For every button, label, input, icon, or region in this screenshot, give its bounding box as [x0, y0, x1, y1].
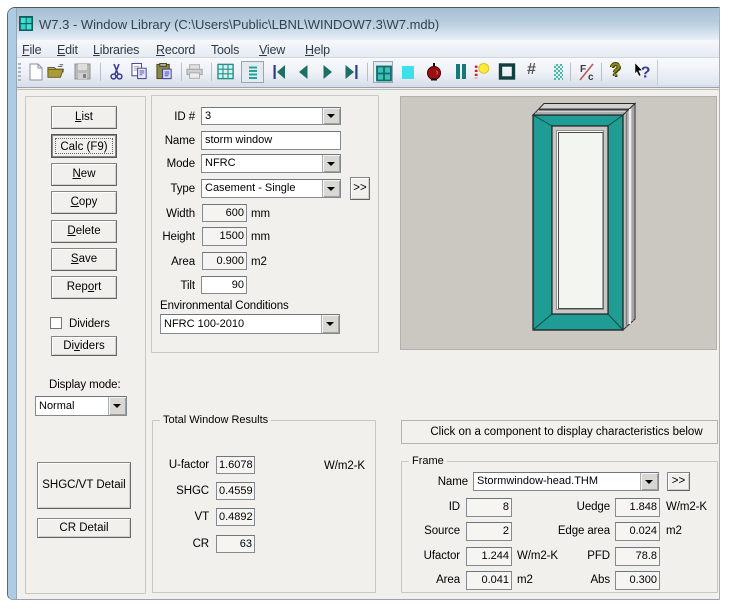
svg-text:?: ?	[641, 64, 651, 81]
svg-text:c: c	[588, 72, 594, 81]
